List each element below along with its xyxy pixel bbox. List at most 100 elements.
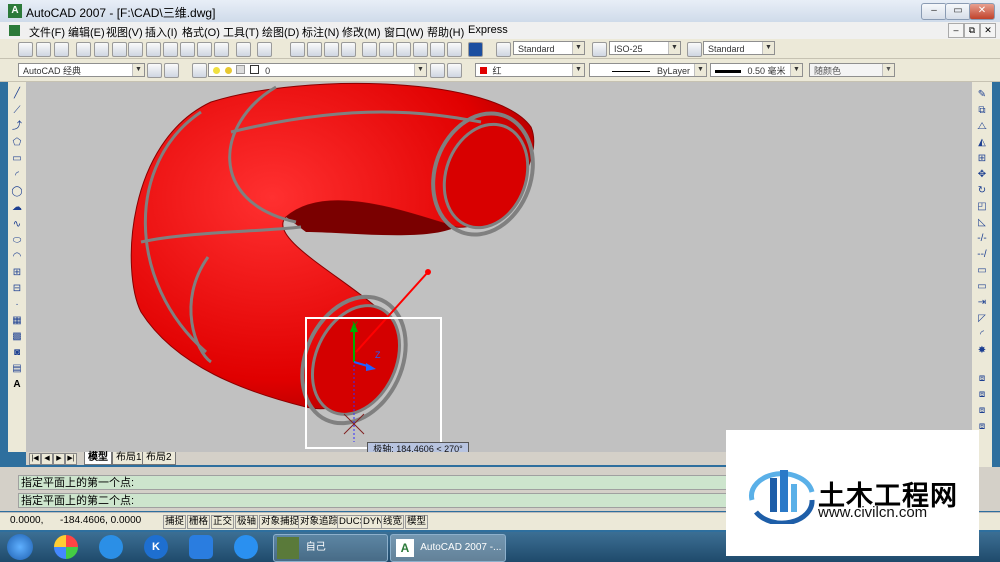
tool-palettes-icon[interactable] [396,42,411,57]
rotate-icon[interactable]: ↻ [975,184,989,197]
make-block-icon[interactable]: ⊟ [10,282,24,295]
break-at-point-icon[interactable]: ▭ [975,264,989,277]
autocad-app-icon[interactable]: A [8,4,22,18]
print-preview-icon[interactable] [94,42,109,57]
lineweight-combo[interactable]: 0.50 毫米 ▼ [710,63,803,77]
next-tab-icon[interactable]: ▶ [53,453,65,465]
paste-icon[interactable] [180,42,195,57]
text-style-icon[interactable] [496,42,511,57]
block-editor-icon[interactable] [214,42,229,57]
dim-style-combo[interactable]: ISO-25 ▼ [609,41,681,55]
trim-icon[interactable]: -/- [975,232,989,245]
dim-style-icon[interactable] [592,42,607,57]
scale-icon[interactable]: ◰ [975,200,989,213]
extend-icon[interactable]: --/ [975,248,989,261]
region-icon[interactable]: ◙ [10,346,24,359]
copy-object-icon[interactable]: ⧉ [975,104,989,117]
zoom-previous-icon[interactable] [341,42,356,57]
network-app-icon[interactable] [99,535,123,559]
menu-edit[interactable]: 编辑(E) [68,24,105,40]
minimize-button[interactable]: – [921,3,947,20]
table-icon[interactable]: ▤ [10,362,24,375]
zoom-window-icon[interactable] [324,42,339,57]
stretch-icon[interactable]: ◺ [975,216,989,229]
shield-app-icon[interactable] [189,535,213,559]
make-layer-current-icon[interactable] [430,63,445,78]
move-icon[interactable]: ✥ [975,168,989,181]
fillet-icon[interactable]: ◜ [975,328,989,341]
erase-icon[interactable]: ✎ [975,88,989,101]
command-prompt-line[interactable]: 指定平面上的第二个点: [18,493,728,508]
prev-tab-icon[interactable]: ◀ [41,453,53,465]
grid-button[interactable]: 栅格 [187,515,211,529]
browser-icon[interactable] [54,535,78,559]
lineweight-button[interactable]: 线宽 [381,515,405,529]
open-file-icon[interactable] [36,42,51,57]
linetype-combo[interactable]: ByLayer ▼ [589,63,707,77]
tab-layout2[interactable]: 布局2 [142,452,176,465]
workspace-combo[interactable]: AutoCAD 经典 ▼ [18,63,145,77]
3d-dwf-icon[interactable] [128,42,143,57]
join-icon[interactable]: ⇥ [975,296,989,309]
menu-dimension[interactable]: 标注(N) [302,24,339,40]
save-icon[interactable] [54,42,69,57]
properties-icon[interactable] [362,42,377,57]
print-icon[interactable] [76,42,91,57]
revision-cloud-icon[interactable]: ☁ [10,201,24,214]
ortho-button[interactable]: 正交 [211,515,235,529]
line-icon[interactable]: ╱ [10,87,24,100]
match-properties-icon[interactable] [197,42,212,57]
layer-previous-icon[interactable] [447,63,462,78]
menu-tools[interactable]: 工具(T) [223,24,259,40]
multiline-text-icon[interactable]: A [10,378,24,391]
undo-icon[interactable] [236,42,251,57]
close-button[interactable]: ✕ [969,3,995,20]
zoom-realtime-icon[interactable] [307,42,322,57]
construction-line-icon[interactable]: ⟋ [10,104,24,117]
help-icon[interactable] [468,42,483,57]
osnap-button[interactable]: 对象捕捉 [259,515,302,529]
doc-close-button[interactable]: ✕ [980,23,996,38]
gradient-icon[interactable]: ▩ [10,330,24,343]
hatch-icon[interactable]: ▦ [10,314,24,327]
draworder-back-icon[interactable]: ⧈ [975,388,989,401]
cut-icon[interactable] [146,42,161,57]
restore-button[interactable]: ▭ [945,3,971,20]
calculator-icon[interactable] [447,42,462,57]
task-self[interactable]: 自己 [273,534,388,562]
pan-icon[interactable] [290,42,305,57]
publish-icon[interactable] [112,42,127,57]
ellipse-arc-icon[interactable]: ◠ [10,250,24,263]
layer-combo[interactable]: 0 ▼ [208,63,427,77]
my-workspace-icon[interactable] [164,63,179,78]
menu-express[interactable]: Express [468,24,508,36]
menu-file[interactable]: 文件(F) [29,24,65,40]
spline-icon[interactable]: ∿ [10,218,24,231]
tab-model[interactable]: 模型 [84,452,112,465]
new-file-icon[interactable] [18,42,33,57]
array-icon[interactable]: ⊞ [975,152,989,165]
redo-icon[interactable] [257,42,272,57]
point-icon[interactable]: · [10,298,24,311]
polygon-icon[interactable]: ⬠ [10,136,24,149]
menu-format[interactable]: 格式(O) [182,24,220,40]
model-button[interactable]: 模型 [405,515,429,529]
menu-view[interactable]: 视图(V) [106,24,143,40]
menu-draw[interactable]: 绘图(D) [262,24,299,40]
table-style-combo[interactable]: Standard ▼ [703,41,775,55]
drawing-viewport[interactable]: Y Z [26,82,972,452]
insert-block-icon[interactable]: ⊞ [10,266,24,279]
copy-icon[interactable] [163,42,178,57]
text-style-combo[interactable]: Standard ▼ [513,41,585,55]
snap-button[interactable]: 捕捉 [163,515,187,529]
k-app-icon[interactable]: K [144,535,168,559]
color-combo[interactable]: 红 ▼ [475,63,585,77]
chamfer-icon[interactable]: ◸ [975,312,989,325]
table-style-icon[interactable] [687,42,702,57]
menu-window[interactable]: 窗口(W) [384,24,424,40]
menu-modify[interactable]: 修改(M) [342,24,381,40]
layer-manager-icon[interactable] [192,63,207,78]
doc-restore-button[interactable]: ⧉ [964,23,980,38]
otrack-button[interactable]: 对象追踪 [298,515,341,529]
plotstyle-combo[interactable]: 随颜色 ▼ [809,63,895,77]
